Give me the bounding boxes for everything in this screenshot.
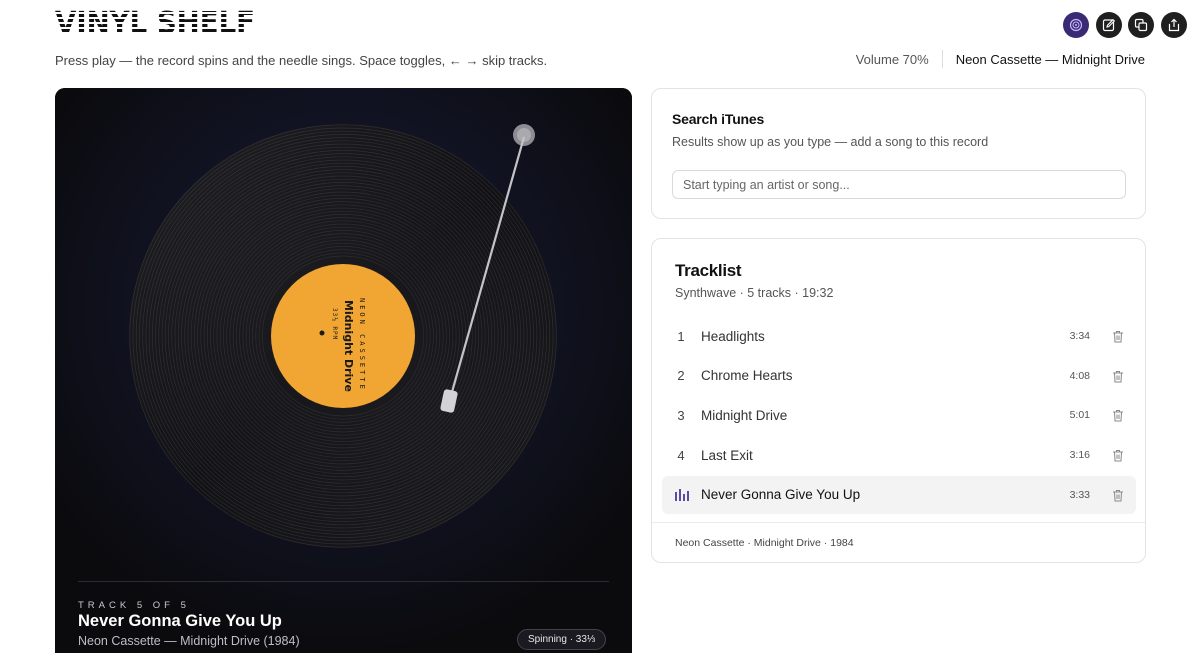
record-label: NEON CASSETTE Midnight Drive 33⅓ RPM [271, 264, 415, 408]
search-input[interactable] [672, 170, 1126, 199]
record-icon [1069, 18, 1083, 32]
toolbar [1063, 12, 1187, 38]
track-title: Last Exit [701, 447, 753, 463]
status-badge: Spinning · 33⅓ [517, 629, 607, 650]
track-number: 4 [677, 447, 685, 463]
track-number: 3 [677, 407, 685, 423]
tracklist-footer: Neon Cassette · Midnight Drive · 1984 [675, 537, 854, 549]
track-number: 2 [677, 368, 685, 384]
track-row[interactable]: 4 Last Exit 3:16 [662, 436, 1136, 474]
track-title: Midnight Drive [701, 407, 788, 423]
label-speed: 33⅓ RPM [331, 308, 338, 340]
track-row-active[interactable]: Never Gonna Give You Up 3:33 [662, 475, 1136, 514]
now-playing-title: Never Gonna Give You Up [78, 612, 282, 630]
divider [78, 581, 609, 582]
copy-button[interactable] [1128, 12, 1154, 38]
edit-button[interactable] [1095, 12, 1122, 38]
svg-text:VINYL SHELF: VINYL SHELF [55, 9, 255, 35]
search-hint: Results show up as you type — add a song… [672, 135, 989, 149]
track-title: Chrome Hearts [701, 368, 793, 384]
track-duration: 4:08 [1069, 369, 1090, 382]
now-playing-subtitle: Neon Cassette — Midnight Drive (1984) [78, 634, 300, 648]
trash-icon[interactable] [1112, 449, 1124, 462]
track-duration: 3:33 [1069, 488, 1090, 501]
tracklist-meta: Synthwave · 5 tracks · 19:32 [675, 286, 834, 300]
label-album: Midnight Drive [342, 300, 355, 392]
track-row[interactable]: 3 Midnight Drive 5:01 [662, 396, 1136, 434]
divider [652, 522, 1145, 523]
track-title: Headlights [701, 328, 765, 344]
now-playing-icon [675, 488, 689, 501]
tracklist-title: Tracklist [675, 261, 742, 280]
track-duration: 5:01 [1069, 409, 1090, 422]
track-duration: 3:16 [1069, 449, 1090, 462]
divider [941, 50, 943, 68]
edit-icon [1102, 18, 1115, 32]
track-title: Never Gonna Give You Up [701, 487, 861, 503]
track-row[interactable]: 2 Chrome Hearts 4:08 [662, 357, 1136, 395]
share-icon [1168, 18, 1179, 32]
search-panel: Search iTunes Results show up as you typ… [651, 88, 1146, 219]
volume-readout: Volume 70% [855, 51, 929, 67]
track-row[interactable]: 1 Headlights 3:34 [662, 317, 1136, 355]
copy-icon [1134, 18, 1148, 32]
trash-icon[interactable] [1112, 330, 1124, 343]
share-button[interactable] [1160, 12, 1187, 38]
trash-icon[interactable] [1112, 370, 1124, 383]
track-list: 1 Headlights 3:34 2 Chrome Hearts 4:08 3… [662, 317, 1136, 515]
record-button[interactable] [1063, 12, 1089, 38]
spindle-hole [319, 330, 325, 336]
turntable-player: NEON CASSETTE Midnight Drive 33⅓ RPM TRA… [55, 88, 632, 653]
trash-icon[interactable] [1112, 409, 1124, 422]
track-number: 1 [677, 328, 685, 344]
turntable[interactable]: NEON CASSETTE Midnight Drive 33⅓ RPM [55, 88, 632, 588]
now-playing-record: Neon Cassette — Midnight Drive [955, 51, 1145, 67]
track-position: TRACK 5 OF 5 [78, 600, 190, 611]
tracklist-panel: Tracklist Synthwave · 5 tracks · 19:32 1… [651, 238, 1146, 563]
label-artist: NEON CASSETTE [358, 298, 366, 392]
status-bar: Volume 70% Neon Cassette — Midnight Driv… [856, 50, 1145, 68]
search-title: Search iTunes [672, 111, 765, 127]
app-logo: VINYL SHELF [55, 9, 255, 35]
page-subtitle: Press play — the record spins and the ne… [55, 53, 548, 68]
track-duration: 3:34 [1069, 330, 1090, 342]
trash-icon[interactable] [1112, 489, 1124, 502]
